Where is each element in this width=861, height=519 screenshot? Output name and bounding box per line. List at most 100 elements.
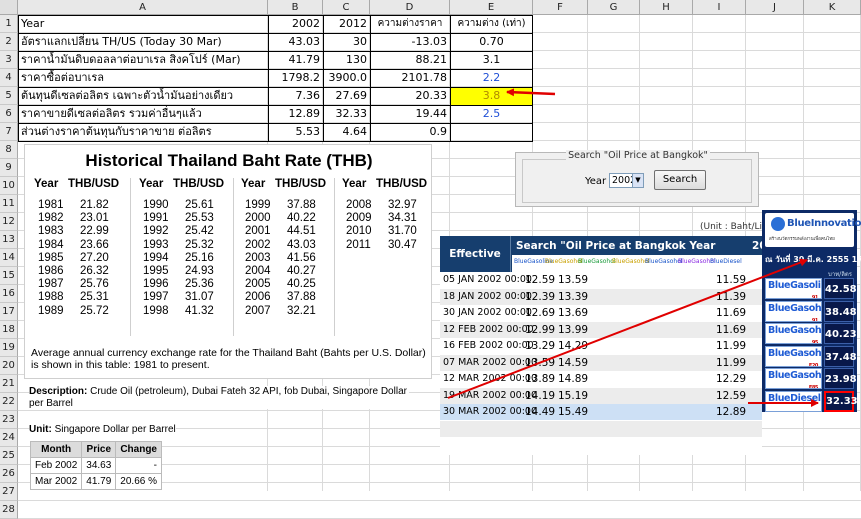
table-row[interactable] [440, 420, 762, 437]
row-header-19[interactable]: 19 [0, 339, 18, 357]
product-price-row: BlueDiesel 32.33 [765, 390, 858, 412]
row-header-7[interactable]: 7 [0, 123, 18, 141]
product-name-text: BlueGasoline [768, 280, 821, 291]
rate-value: 34.31 [388, 212, 417, 225]
column-header-e[interactable]: E [450, 0, 533, 15]
table-row[interactable]: 19 MAR 2002 00:00 14.19 15.19 12.59 [440, 387, 762, 404]
column-header-f[interactable]: F [533, 0, 588, 15]
row-header-11[interactable]: 11 [0, 195, 18, 213]
row-header-26[interactable]: 26 [0, 465, 18, 483]
gasohol-price-cell: 14.89 [558, 373, 589, 385]
year-value: 1986 [38, 265, 64, 278]
oil-title-year: 2002 [752, 240, 762, 252]
oil-title-text: Search "Oil Price at Bangkok Year [516, 240, 716, 252]
column-header-g[interactable]: G [588, 0, 640, 15]
product-name: BlueGasohol 95 [765, 323, 822, 344]
product-grade: E20 [808, 362, 819, 367]
row-header-27[interactable]: 27 [0, 483, 18, 501]
product-grade: 95 [811, 340, 819, 344]
oil-table-header: Effective date Search "Oil Price at Bang… [440, 236, 762, 296]
historical-column-header: Year THB/USD [34, 178, 119, 190]
search-button[interactable]: Search [654, 170, 706, 190]
product-name: BlueDiesel [765, 390, 822, 412]
table-line [268, 15, 269, 141]
rate-value: 41.56 [287, 251, 316, 264]
row-header-16[interactable]: 16 [0, 285, 18, 303]
effective-date-cell: 18 JAN 2002 00:00 [443, 290, 532, 302]
table-row[interactable]: 18 JAN 2002 00:00 12.39 13.39 11.39 [440, 288, 762, 305]
product-name-text: BlueGasohol [768, 347, 822, 359]
row-header-23[interactable]: 23 [0, 411, 18, 429]
row-header-10[interactable]: 10 [0, 177, 18, 195]
column-header-d[interactable]: D [370, 0, 450, 15]
rate-value: 25.32 [185, 238, 214, 251]
row-header-9[interactable]: 9 [0, 159, 18, 177]
table-line [450, 15, 451, 141]
table-row[interactable]: 12 MAR 2002 00:00 13.89 14.89 12.29 [440, 371, 762, 387]
column-divider [334, 178, 335, 336]
table-row[interactable]: 07 MAR 2002 00:00 13.59 14.59 11.99 [440, 354, 762, 371]
row-header-6[interactable]: 6 [0, 105, 18, 123]
effective-date-cell: 07 MAR 2002 00:00 [443, 356, 537, 368]
year-value: 1982 [38, 212, 64, 225]
row-header-28[interactable]: 28 [0, 501, 18, 519]
row-header-13[interactable]: 13 [0, 231, 18, 249]
rate-header: THB/USD [68, 178, 120, 190]
list-item: 1983 22.99 [34, 225, 119, 238]
diesel-price-cell: 11.39 [716, 290, 747, 303]
column-header-k[interactable]: K [804, 0, 861, 15]
oil-search-panel: Search "Oil Price at Bangkok" Year 2002 … [515, 150, 759, 207]
table-row: Mar 2002 41.79 20.66 % [29, 473, 162, 490]
historical-column: Year THB/USD 1990 25.61 1991 25.53 1992 25.42 19… [139, 178, 224, 318]
row-header-25[interactable]: 25 [0, 447, 18, 465]
change-cell: 20.66 % [115, 473, 162, 490]
year-value: 1993 [143, 238, 169, 251]
month-cell: Feb 2002 [29, 457, 83, 474]
row-header-17[interactable]: 17 [0, 303, 18, 321]
row-header-15[interactable]: 15 [0, 267, 18, 285]
year-value: 1981 [38, 199, 64, 211]
rate-value: 25.76 [80, 278, 109, 291]
row-header-4[interactable]: 4 [0, 69, 18, 87]
row-header-5[interactable]: 5 [0, 87, 18, 105]
row-header-3[interactable]: 3 [0, 51, 18, 69]
table-row[interactable]: 16 FEB 2002 00:00 13.29 14.29 11.99 [440, 338, 762, 354]
table-line [18, 87, 533, 88]
list-item: 1987 25.76 [34, 278, 119, 291]
row-header-20[interactable]: 20 [0, 357, 18, 375]
year-value: 2009 [346, 212, 372, 225]
year-value: 1994 [143, 251, 169, 264]
product-name-text: BlueGasohol [768, 370, 822, 381]
row-header-14[interactable]: 14 [0, 249, 18, 267]
diesel-price-cell: 11.59 [716, 274, 747, 286]
table-row[interactable]: 12 FEB 2002 00:00 12.99 13.99 11.69 [440, 321, 762, 338]
column-header-h[interactable]: H [640, 0, 693, 15]
year-select[interactable]: 2002 ▼ [609, 173, 644, 188]
monthly-header-month: Month [29, 441, 83, 458]
column-header-j[interactable]: J [746, 0, 804, 15]
row-header-8[interactable]: 8 [0, 141, 18, 159]
table-row[interactable]: 30 MAR 2002 00:00 14.49 15.49 12.89 [440, 404, 762, 420]
row-header-18[interactable]: 18 [0, 321, 18, 339]
year-value: 2000 [245, 212, 271, 225]
table-row[interactable]: 30 JAN 2002 00:00 12.69 13.69 11.69 [440, 305, 762, 321]
product-name: BlueGasohol E85 [765, 368, 822, 389]
chevron-down-icon[interactable]: ▼ [632, 174, 643, 187]
row-header-24[interactable]: 24 [0, 429, 18, 447]
rate-value: 24.93 [185, 265, 214, 278]
column-header-c[interactable]: C [323, 0, 370, 15]
column-header-a[interactable]: A [18, 0, 268, 15]
row-header-1[interactable]: 1 [0, 15, 18, 33]
row-header-21[interactable]: 21 [0, 375, 18, 393]
row-header-12[interactable]: 12 [0, 213, 18, 231]
select-all-corner[interactable] [0, 0, 18, 15]
product-name-text: BlueGasohol [768, 325, 822, 336]
row-header-2[interactable]: 2 [0, 33, 18, 51]
column-header-i[interactable]: I [693, 0, 746, 15]
brand-label: BlueDiesel [710, 258, 742, 265]
row-header-22[interactable]: 22 [0, 393, 18, 411]
list-item: 1995 24.93 [139, 265, 224, 278]
gasohol-price-cell: 15.49 [558, 406, 589, 418]
table-row[interactable]: 05 JAN 2002 00:00 12.59 13.59 11.59 [440, 272, 762, 288]
column-header-b[interactable]: B [268, 0, 323, 15]
